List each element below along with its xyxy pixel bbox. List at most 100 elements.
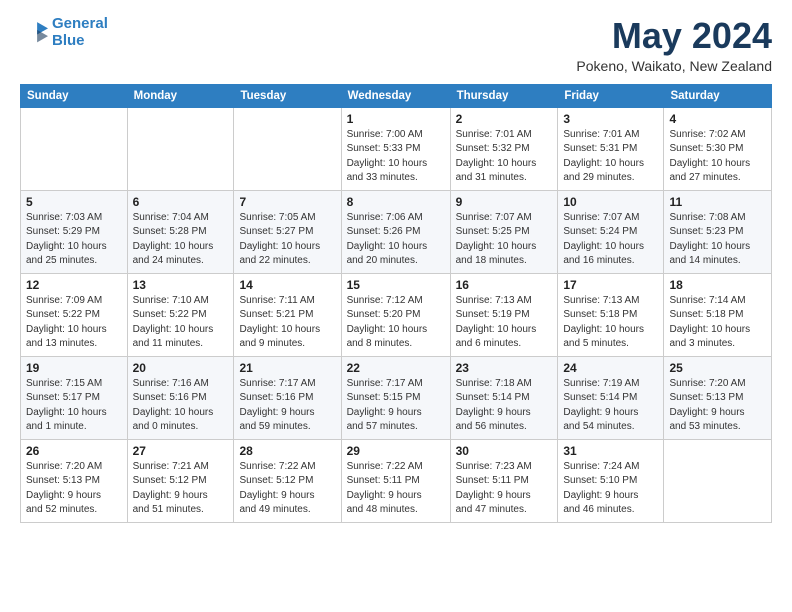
- day-info: Sunrise: 7:22 AMSunset: 5:12 PMDaylight:…: [239, 460, 335, 518]
- day-info: Sunrise: 7:21 AMSunset: 5:12 PMDaylight:…: [133, 460, 229, 518]
- logo: General Blue: [20, 16, 108, 49]
- day-number: 8: [347, 195, 445, 209]
- day-number: 17: [563, 278, 658, 292]
- calendar-cell: 15 Sunrise: 7:12 AMSunset: 5:20 PMDayligh…: [341, 273, 450, 356]
- calendar-cell: 19 Sunrise: 7:15 AMSunset: 5:17 PMDayligh…: [21, 356, 128, 439]
- calendar-cell: 20 Sunrise: 7:16 AMSunset: 5:16 PMDayligh…: [127, 356, 234, 439]
- day-number: 19: [26, 361, 122, 375]
- calendar-week-row: 1 Sunrise: 7:00 AMSunset: 5:33 PMDaylight…: [21, 107, 772, 190]
- day-header-saturday: Saturday: [664, 84, 772, 107]
- calendar-cell: 10 Sunrise: 7:07 AMSunset: 5:24 PMDayligh…: [558, 190, 664, 273]
- day-info: Sunrise: 7:00 AMSunset: 5:33 PMDaylight:…: [347, 128, 445, 186]
- day-info: Sunrise: 7:18 AMSunset: 5:14 PMDaylight:…: [456, 377, 553, 435]
- calendar-cell: [234, 107, 341, 190]
- calendar-cell: 11 Sunrise: 7:08 AMSunset: 5:23 PMDayligh…: [664, 190, 772, 273]
- day-number: 18: [669, 278, 766, 292]
- calendar-cell: 18 Sunrise: 7:14 AMSunset: 5:18 PMDayligh…: [664, 273, 772, 356]
- day-info: Sunrise: 7:13 AMSunset: 5:18 PMDaylight:…: [563, 294, 658, 352]
- day-info: Sunrise: 7:17 AMSunset: 5:16 PMDaylight:…: [239, 377, 335, 435]
- calendar-cell: 5Sunrise: 7:03 AMSunset: 5:29 PMDaylight…: [21, 190, 128, 273]
- day-number: 1: [347, 112, 445, 126]
- calendar-cell: 6 Sunrise: 7:04 AMSunset: 5:28 PMDaylight…: [127, 190, 234, 273]
- calendar-cell: 29 Sunrise: 7:22 AMSunset: 5:11 PMDayligh…: [341, 439, 450, 522]
- page: General Blue May 2024 Pokeno, Waikato, N…: [0, 0, 792, 612]
- day-info: Sunrise: 7:01 AMSunset: 5:32 PMDaylight:…: [456, 128, 553, 186]
- calendar-cell: [664, 439, 772, 522]
- day-number: 6: [133, 195, 229, 209]
- day-number: 11: [669, 195, 766, 209]
- day-number: 13: [133, 278, 229, 292]
- calendar-cell: 21 Sunrise: 7:17 AMSunset: 5:16 PMDayligh…: [234, 356, 341, 439]
- calendar-cell: 16 Sunrise: 7:13 AMSunset: 5:19 PMDayligh…: [450, 273, 558, 356]
- calendar-cell: 17 Sunrise: 7:13 AMSunset: 5:18 PMDayligh…: [558, 273, 664, 356]
- day-info: Sunrise: 7:03 AMSunset: 5:29 PMDaylight:…: [26, 211, 122, 269]
- logo-line2: Blue: [52, 32, 85, 49]
- day-number: 31: [563, 444, 658, 458]
- day-number: 30: [456, 444, 553, 458]
- day-header-monday: Monday: [127, 84, 234, 107]
- calendar-cell: 31 Sunrise: 7:24 AMSunset: 5:10 PMDayligh…: [558, 439, 664, 522]
- calendar-cell: [21, 107, 128, 190]
- day-info: Sunrise: 7:09 AMSunset: 5:22 PMDaylight:…: [26, 294, 122, 352]
- logo-icon: [20, 19, 48, 47]
- calendar-cell: 13Sunrise: 7:10 AMSunset: 5:22 PMDayligh…: [127, 273, 234, 356]
- day-info: Sunrise: 7:04 AMSunset: 5:28 PMDaylight:…: [133, 211, 229, 269]
- day-number: 3: [563, 112, 658, 126]
- calendar-cell: 26Sunrise: 7:20 AMSunset: 5:13 PMDayligh…: [21, 439, 128, 522]
- calendar-table: SundayMondayTuesdayWednesdayThursdayFrid…: [20, 84, 772, 523]
- day-number: 9: [456, 195, 553, 209]
- day-info: Sunrise: 7:19 AMSunset: 5:14 PMDaylight:…: [563, 377, 658, 435]
- day-number: 16: [456, 278, 553, 292]
- day-number: 25: [669, 361, 766, 375]
- day-number: 29: [347, 444, 445, 458]
- day-info: Sunrise: 7:14 AMSunset: 5:18 PMDaylight:…: [669, 294, 766, 352]
- calendar-cell: 24Sunrise: 7:19 AMSunset: 5:14 PMDayligh…: [558, 356, 664, 439]
- location: Pokeno, Waikato, New Zealand: [576, 58, 772, 74]
- header: General Blue May 2024 Pokeno, Waikato, N…: [20, 16, 772, 74]
- day-number: 12: [26, 278, 122, 292]
- day-header-tuesday: Tuesday: [234, 84, 341, 107]
- calendar-cell: 28Sunrise: 7:22 AMSunset: 5:12 PMDayligh…: [234, 439, 341, 522]
- day-info: Sunrise: 7:05 AMSunset: 5:27 PMDaylight:…: [239, 211, 335, 269]
- calendar-cell: 2 Sunrise: 7:01 AMSunset: 5:32 PMDaylight…: [450, 107, 558, 190]
- day-number: 2: [456, 112, 553, 126]
- calendar-week-row: 5Sunrise: 7:03 AMSunset: 5:29 PMDaylight…: [21, 190, 772, 273]
- day-info: Sunrise: 7:23 AMSunset: 5:11 PMDaylight:…: [456, 460, 553, 518]
- calendar-cell: 3 Sunrise: 7:01 AMSunset: 5:31 PMDaylight…: [558, 107, 664, 190]
- day-header-thursday: Thursday: [450, 84, 558, 107]
- calendar-cell: 7Sunrise: 7:05 AMSunset: 5:27 PMDaylight…: [234, 190, 341, 273]
- day-info: Sunrise: 7:13 AMSunset: 5:19 PMDaylight:…: [456, 294, 553, 352]
- month-title: May 2024: [576, 16, 772, 56]
- calendar-cell: 8Sunrise: 7:06 AMSunset: 5:26 PMDaylight…: [341, 190, 450, 273]
- logo-text: General Blue: [52, 16, 108, 49]
- day-info: Sunrise: 7:12 AMSunset: 5:20 PMDaylight:…: [347, 294, 445, 352]
- day-number: 15: [347, 278, 445, 292]
- day-number: 26: [26, 444, 122, 458]
- day-number: 21: [239, 361, 335, 375]
- calendar-week-row: 26Sunrise: 7:20 AMSunset: 5:13 PMDayligh…: [21, 439, 772, 522]
- day-number: 4: [669, 112, 766, 126]
- day-info: Sunrise: 7:07 AMSunset: 5:25 PMDaylight:…: [456, 211, 553, 269]
- day-header-friday: Friday: [558, 84, 664, 107]
- calendar-cell: 14Sunrise: 7:11 AMSunset: 5:21 PMDayligh…: [234, 273, 341, 356]
- calendar-cell: 22 Sunrise: 7:17 AMSunset: 5:15 PMDayligh…: [341, 356, 450, 439]
- day-info: Sunrise: 7:22 AMSunset: 5:11 PMDaylight:…: [347, 460, 445, 518]
- day-header-sunday: Sunday: [21, 84, 128, 107]
- calendar-cell: 23 Sunrise: 7:18 AMSunset: 5:14 PMDayligh…: [450, 356, 558, 439]
- calendar-cell: 25Sunrise: 7:20 AMSunset: 5:13 PMDayligh…: [664, 356, 772, 439]
- day-number: 22: [347, 361, 445, 375]
- day-info: Sunrise: 7:07 AMSunset: 5:24 PMDaylight:…: [563, 211, 658, 269]
- day-number: 20: [133, 361, 229, 375]
- calendar-cell: 12 Sunrise: 7:09 AMSunset: 5:22 PMDayligh…: [21, 273, 128, 356]
- day-number: 10: [563, 195, 658, 209]
- calendar-header-row: SundayMondayTuesdayWednesdayThursdayFrid…: [21, 84, 772, 107]
- day-number: 23: [456, 361, 553, 375]
- day-info: Sunrise: 7:24 AMSunset: 5:10 PMDaylight:…: [563, 460, 658, 518]
- day-info: Sunrise: 7:16 AMSunset: 5:16 PMDaylight:…: [133, 377, 229, 435]
- day-info: Sunrise: 7:01 AMSunset: 5:31 PMDaylight:…: [563, 128, 658, 186]
- day-number: 14: [239, 278, 335, 292]
- day-info: Sunrise: 7:15 AMSunset: 5:17 PMDaylight:…: [26, 377, 122, 435]
- day-info: Sunrise: 7:08 AMSunset: 5:23 PMDaylight:…: [669, 211, 766, 269]
- title-block: May 2024 Pokeno, Waikato, New Zealand: [576, 16, 772, 74]
- day-info: Sunrise: 7:17 AMSunset: 5:15 PMDaylight:…: [347, 377, 445, 435]
